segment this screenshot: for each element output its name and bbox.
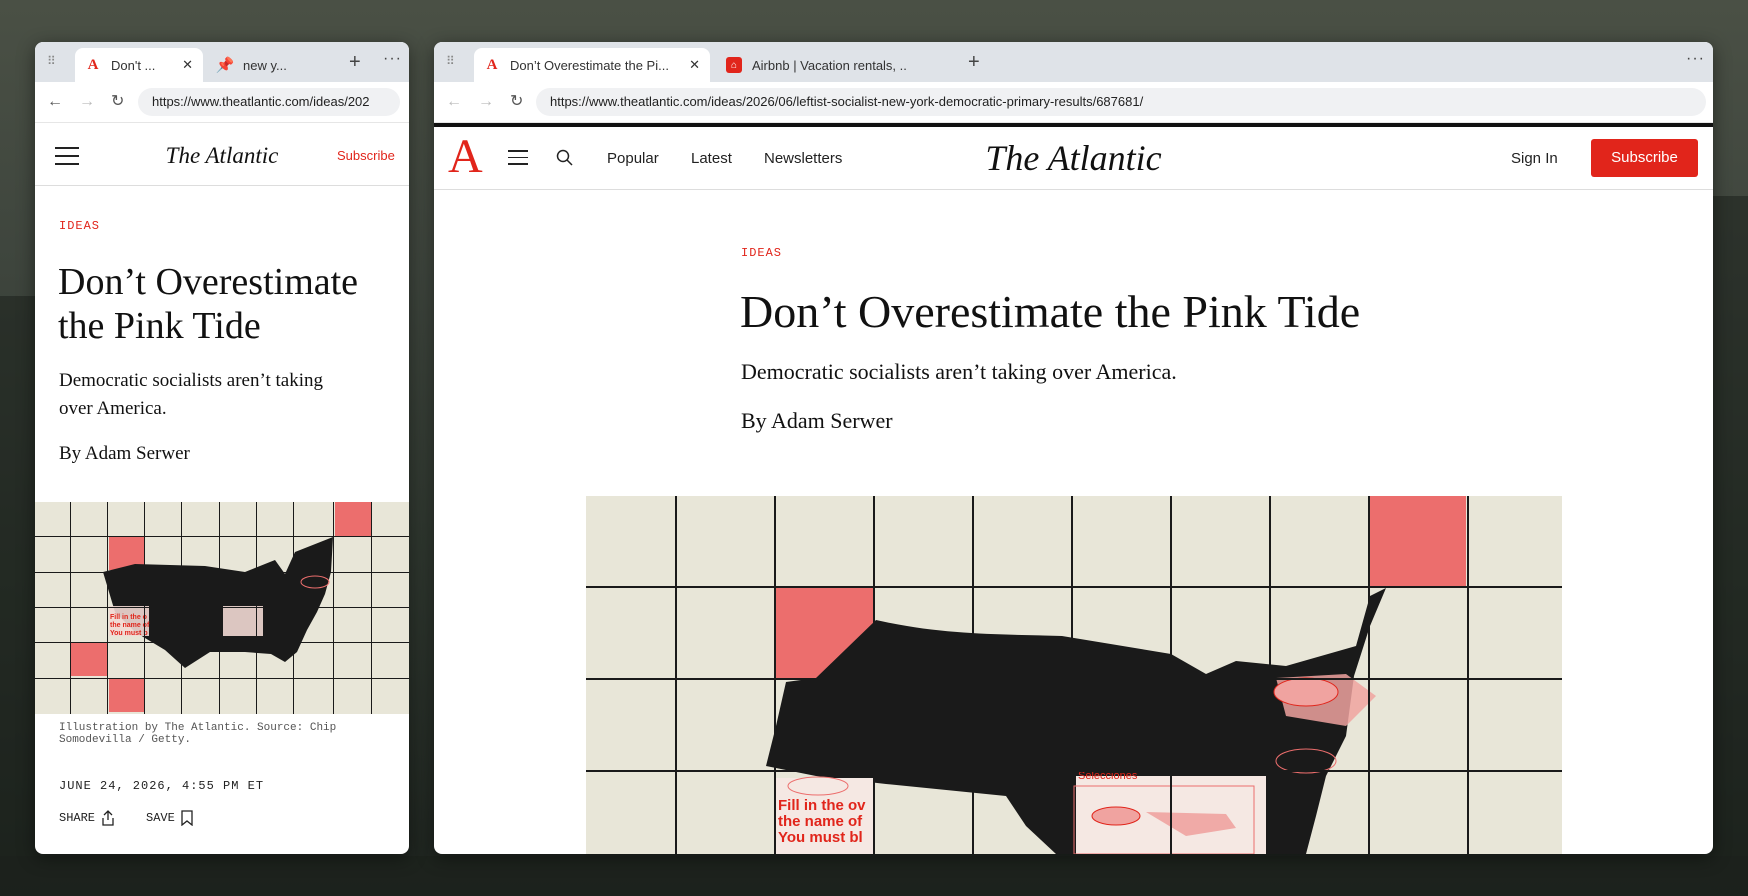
ballot-line: Fill in the ov: [778, 797, 866, 814]
article-illustration: Fill in the o the name of You must b: [35, 502, 409, 714]
tab-atlantic[interactable]: A Don’t Overestimate the Pi... ✕: [474, 48, 710, 82]
new-tab-icon[interactable]: +: [349, 52, 361, 72]
site-header: The Atlantic Subscribe: [35, 123, 409, 186]
image-caption: Illustration by The Atlantic. Source: Ch…: [59, 722, 336, 746]
back-icon[interactable]: ←: [446, 92, 462, 112]
tab-new-york[interactable]: 📌 new y...: [207, 48, 337, 82]
byline[interactable]: By Adam Serwer: [59, 443, 190, 465]
ballot-line: You must bl: [778, 829, 863, 846]
byline[interactable]: By Adam Serwer: [741, 408, 893, 434]
section-label[interactable]: IDEAS: [741, 246, 782, 260]
drag-grip-icon[interactable]: ⠿: [446, 54, 456, 68]
ballot-text: Fill in the ov the name of You must bl: [778, 798, 866, 846]
tab-title: Don’t Overestimate the Pi...: [510, 57, 669, 73]
section-label[interactable]: IDEAS: [59, 219, 100, 233]
caption-line: Somodevilla / Getty.: [59, 734, 192, 746]
close-tab-icon[interactable]: ✕: [689, 57, 700, 73]
tab-title: new y...: [243, 57, 287, 73]
tab-airbnb[interactable]: ⌂ Airbnb | Vacation rentals, ...: [716, 48, 916, 82]
dek-line: Democratic socialists aren’t taking: [59, 370, 323, 391]
tab-title: Airbnb | Vacation rentals, ...: [752, 57, 906, 73]
share-label: SHARE: [59, 811, 96, 825]
reload-icon[interactable]: ↻: [510, 92, 523, 112]
background-forest: [0, 296, 40, 896]
article-dek: Democratic socialists aren’t taking over…: [741, 359, 1177, 384]
drag-grip-icon[interactable]: ⠿: [47, 54, 57, 68]
us-map-silhouette: [766, 588, 1386, 854]
tab-atlantic[interactable]: A Don't ... ✕: [75, 48, 203, 82]
us-map-silhouette: [103, 537, 333, 668]
bookmark-icon: [181, 810, 193, 826]
title-line: the Pink Tide: [58, 305, 261, 347]
forward-icon[interactable]: →: [79, 92, 95, 112]
ballot-line: the name of: [778, 813, 863, 830]
pin-icon: 📌: [215, 57, 235, 74]
title-line: Don’t Overestimate: [58, 261, 359, 303]
article-title: Don’t Overestimate the Pink Tide: [740, 286, 1361, 337]
close-tab-icon[interactable]: ✕: [182, 57, 193, 73]
left-toolbar: ← → ↻ https://www.theatlantic.com/ideas/…: [35, 82, 409, 123]
subscribe-button[interactable]: Subscribe: [1591, 139, 1698, 177]
more-options-icon[interactable]: ···: [1686, 50, 1705, 68]
save-button[interactable]: SAVE: [146, 810, 193, 826]
background-forest: [1710, 196, 1748, 896]
left-browser-window: ⠿ A Don't ... ✕ 📌 new y... + ··· ← → ↻ h…: [35, 42, 409, 854]
share-button[interactable]: SHARE: [59, 810, 115, 826]
site-header: A Popular Latest Newsletters The Atlanti…: [434, 127, 1713, 190]
new-tab-icon[interactable]: +: [968, 52, 980, 72]
article-title: Don’t Overestimate the Pink Tide: [58, 260, 358, 348]
right-toolbar: ← → ↻ https://www.theatlantic.com/ideas/…: [434, 82, 1713, 123]
background-forest: [0, 856, 1748, 896]
dek-line: over America.: [59, 398, 167, 419]
airbnb-icon: ⌂: [726, 57, 742, 73]
atlantic-a-icon: A: [486, 56, 498, 73]
save-label: SAVE: [146, 811, 175, 825]
right-browser-window: ⠿ A Don’t Overestimate the Pi... ✕ ⌂ Air…: [434, 42, 1713, 854]
more-options-icon[interactable]: ···: [383, 50, 402, 68]
publish-date: JUNE 24, 2026, 4:55 PM ET: [59, 779, 265, 793]
share-icon: [102, 810, 114, 826]
left-tab-bar: ⠿ A Don't ... ✕ 📌 new y... + ···: [35, 42, 409, 82]
sign-in-link[interactable]: Sign In: [1511, 150, 1558, 167]
article-dek: Democratic socialists aren’t taking over…: [59, 367, 323, 423]
caption-line: Illustration by The Atlantic. Source: Ch…: [59, 722, 337, 734]
reload-icon[interactable]: ↻: [111, 92, 124, 112]
address-bar[interactable]: https://www.theatlantic.com/ideas/202: [138, 88, 400, 116]
article-illustration: Selecciones Fill in the ov the name of Y…: [586, 496, 1562, 854]
back-icon[interactable]: ←: [47, 92, 63, 112]
forward-icon[interactable]: →: [478, 92, 494, 112]
atlantic-a-icon: A: [87, 56, 99, 73]
right-tab-bar: ⠿ A Don’t Overestimate the Pi... ✕ ⌂ Air…: [434, 42, 1713, 82]
subscribe-link[interactable]: Subscribe: [337, 148, 395, 163]
address-bar[interactable]: https://www.theatlantic.com/ideas/2026/0…: [536, 88, 1706, 116]
tab-title: Don't ...: [111, 57, 156, 73]
